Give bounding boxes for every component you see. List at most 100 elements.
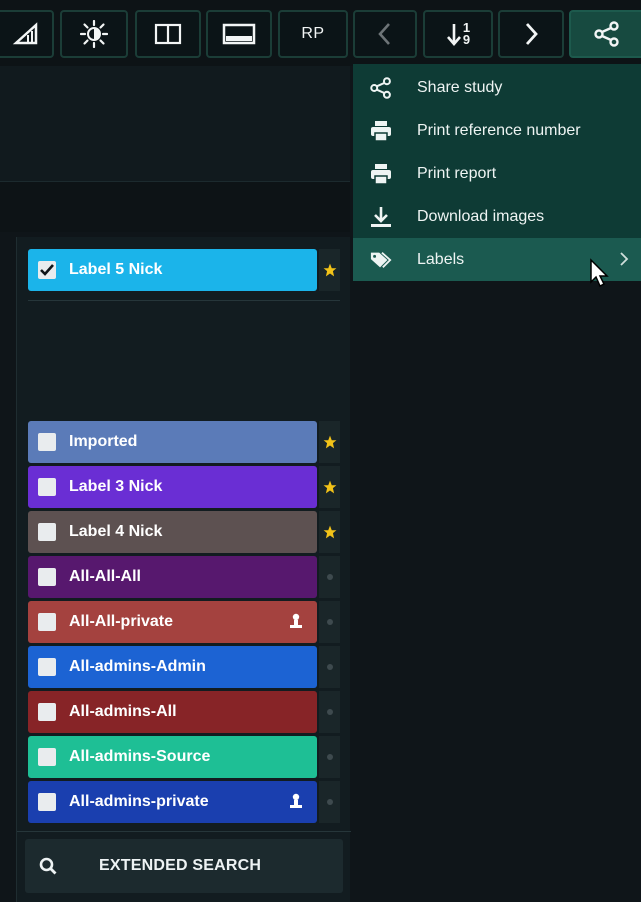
sort-order-icon: 1 9 — [446, 21, 470, 47]
label-button[interactable]: All-admins-Source — [28, 736, 317, 778]
extended-search-button[interactable]: EXTENDED SEARCH — [25, 839, 343, 893]
checkbox[interactable] — [38, 478, 56, 496]
checkbox[interactable] — [38, 748, 56, 766]
menu-item-print-reference-number[interactable]: Print reference number — [353, 109, 641, 152]
checkbox[interactable] — [38, 433, 56, 451]
dot-icon — [326, 754, 333, 760]
label-row: All-admins-private — [28, 781, 340, 823]
label-button[interactable]: All-admins-Admin — [28, 646, 317, 688]
dot-toggle[interactable] — [319, 556, 340, 598]
label-row: Imported — [28, 421, 340, 463]
dot-toggle[interactable] — [319, 601, 340, 643]
checkbox[interactable] — [38, 613, 56, 631]
checkmark-icon — [40, 264, 54, 276]
dot-icon — [326, 619, 333, 625]
label-name: Label 3 Nick — [69, 478, 163, 495]
divider — [17, 831, 351, 832]
label-row: All-All-private — [28, 601, 340, 643]
dot-icon — [326, 799, 333, 805]
star-icon — [323, 525, 336, 539]
extended-search-label: EXTENDED SEARCH — [99, 857, 262, 874]
menu-item-label: Download images — [417, 207, 545, 225]
label-row: All-admins-Admin — [28, 646, 340, 688]
split-view-button[interactable] — [135, 10, 201, 58]
tag-icon — [370, 249, 392, 271]
label-button[interactable]: All-admins-private — [28, 781, 317, 823]
checkbox[interactable] — [38, 793, 56, 811]
viewer-area — [0, 66, 350, 181]
star-icon — [323, 480, 336, 494]
checkbox-checked[interactable] — [38, 261, 56, 279]
label-name: All-admins-private — [69, 793, 209, 810]
menu-item-label: Share study — [417, 78, 503, 96]
dot-toggle[interactable] — [319, 736, 340, 778]
dot-toggle[interactable] — [319, 646, 340, 688]
label-name: Imported — [69, 433, 138, 450]
divider — [28, 300, 340, 301]
menu-item-label: Print report — [417, 164, 497, 182]
label-button[interactable]: All-All-All — [28, 556, 317, 598]
label-button[interactable]: Label 5 Nick — [28, 249, 317, 291]
brightness-button[interactable] — [60, 10, 128, 58]
star-toggle[interactable] — [319, 249, 340, 291]
label-button[interactable]: Imported — [28, 421, 317, 463]
checkbox[interactable] — [38, 523, 56, 541]
dot-icon — [326, 574, 333, 580]
menu-item-label: Print reference number — [417, 121, 581, 139]
label-button[interactable]: Label 4 Nick — [28, 511, 317, 553]
menu-item-share-study[interactable]: Share study — [353, 66, 641, 109]
label-name: Label 4 Nick — [69, 523, 163, 540]
share-icon — [370, 77, 392, 99]
label-button[interactable]: All-admins-All — [28, 691, 317, 733]
chevron-right-icon — [620, 252, 629, 266]
toolbar: RP 1 9 — [0, 0, 641, 66]
star-toggle[interactable] — [319, 466, 340, 508]
checkbox[interactable] — [38, 568, 56, 586]
label-row: Label 4 Nick — [28, 511, 340, 553]
person-icon — [290, 613, 302, 628]
share-button[interactable] — [569, 10, 641, 58]
previous-button[interactable] — [353, 10, 417, 58]
label-row: All-admins-All — [28, 691, 340, 733]
share-dropdown-menu: Share study Print reference number Print… — [353, 64, 641, 281]
rp-button[interactable]: RP — [278, 10, 348, 58]
chevron-left-icon — [378, 23, 390, 45]
label-row: All-All-All — [28, 556, 340, 598]
next-button[interactable] — [498, 10, 564, 58]
printer-icon — [370, 120, 392, 142]
dot-toggle[interactable] — [319, 781, 340, 823]
search-icon — [39, 857, 57, 875]
label-name: All-admins-Source — [69, 748, 211, 765]
label-button[interactable]: Label 3 Nick — [28, 466, 317, 508]
checkbox[interactable] — [38, 703, 56, 721]
label-name: All-admins-Admin — [69, 658, 206, 675]
labels-panel: Label 5 Nick Imported Label 3 Nick Label 4… — [16, 237, 351, 902]
mouse-cursor-icon — [590, 258, 609, 288]
label-name: All-All-private — [69, 613, 174, 630]
label-button[interactable]: All-All-private — [28, 601, 317, 643]
rp-label: RP — [301, 25, 325, 42]
menu-item-download-images[interactable]: Download images — [353, 195, 641, 238]
measure-icon — [12, 22, 38, 45]
sort-order-button[interactable]: 1 9 — [423, 10, 493, 58]
label-row: All-admins-Source — [28, 736, 340, 778]
star-icon — [323, 263, 336, 277]
brightness-icon — [80, 20, 108, 48]
person-icon — [290, 793, 302, 808]
star-toggle[interactable] — [319, 511, 340, 553]
menu-item-print-report[interactable]: Print report — [353, 152, 641, 195]
label-row: Label 3 Nick — [28, 466, 340, 508]
viewer-strip — [0, 181, 350, 232]
star-icon — [323, 435, 336, 449]
measure-button[interactable] — [0, 10, 54, 58]
dot-toggle[interactable] — [319, 691, 340, 733]
menu-item-label: Labels — [417, 250, 465, 268]
label-name: Label 5 Nick — [69, 261, 163, 278]
download-icon — [370, 206, 392, 228]
label-name: All-admins-All — [69, 703, 177, 720]
star-toggle[interactable] — [319, 421, 340, 463]
dot-icon — [326, 664, 333, 670]
checkbox[interactable] — [38, 658, 56, 676]
share-icon — [594, 21, 619, 47]
monitor-button[interactable] — [206, 10, 272, 58]
